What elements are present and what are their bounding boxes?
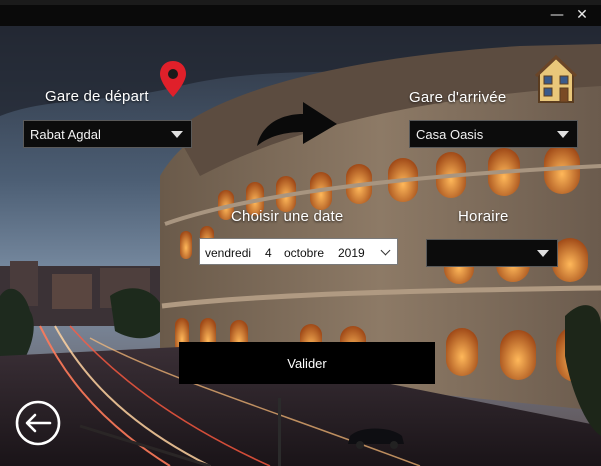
dropdown-arrow-icon — [557, 131, 569, 138]
departure-station-select[interactable]: Rabat Agdal — [23, 120, 192, 148]
departure-station-value: Rabat Agdal — [30, 127, 101, 142]
title-bar: — ✕ — [0, 0, 601, 26]
date-month: octobre — [284, 246, 325, 260]
arrival-station-select[interactable]: Casa Oasis — [409, 120, 578, 148]
submit-button[interactable]: Valider — [179, 342, 435, 384]
date-weekday: vendredi — [205, 246, 252, 260]
date-day: 4 — [265, 246, 272, 260]
curved-arrow-icon — [257, 102, 337, 146]
close-button[interactable]: ✕ — [571, 6, 593, 24]
back-arrow-icon[interactable] — [14, 399, 62, 447]
date-year: 2019 — [338, 246, 365, 260]
arrival-station-value: Casa Oasis — [416, 127, 484, 142]
title-bar-border — [0, 0, 601, 5]
dropdown-arrow-icon — [537, 250, 549, 257]
departure-label: Gare de départ — [45, 88, 149, 105]
app-window: — ✕ Gare de départ Gare d'arrivée Choisi… — [0, 0, 601, 466]
arrival-label: Gare d'arrivée — [409, 89, 507, 106]
date-label: Choisir une date — [231, 208, 344, 225]
house-icon — [535, 54, 577, 103]
dropdown-arrow-icon — [171, 131, 183, 138]
date-picker[interactable]: vendredi 4 octobre 2019 — [199, 238, 398, 265]
chevron-down-icon — [380, 245, 391, 256]
location-pin-icon — [160, 61, 186, 97]
schedule-select[interactable] — [426, 239, 558, 267]
schedule-label: Horaire — [458, 208, 509, 225]
minimize-button[interactable]: — — [546, 6, 568, 24]
